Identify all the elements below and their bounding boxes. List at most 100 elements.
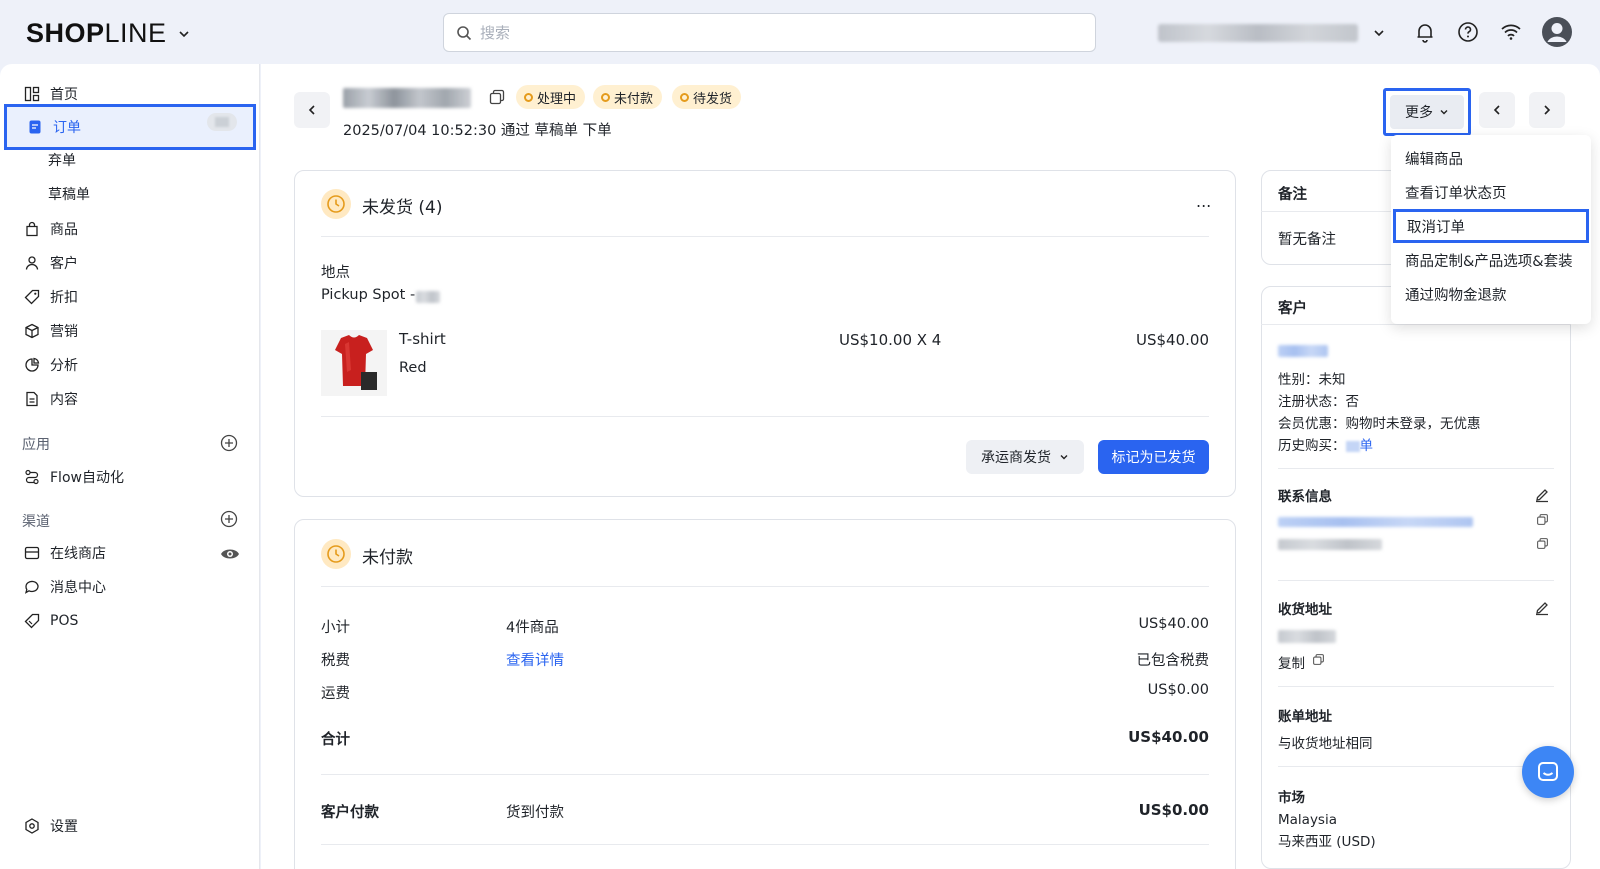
next-order-button[interactable] <box>1529 92 1565 128</box>
sidebar: 首页 订单 弃单 草稿单 商品 客户 折扣 营销 分析 内容 应用 Flow自动… <box>0 64 260 869</box>
menu-item-edit-products[interactable]: 编辑商品 <box>1391 141 1591 175</box>
customer-title: 客户 <box>1278 301 1307 317</box>
chevron-down-icon <box>1060 455 1068 460</box>
gear-icon <box>25 818 39 834</box>
market-country: Malaysia <box>1278 812 1337 828</box>
help-icon[interactable] <box>1456 20 1480 44</box>
sidebar-item-label: 折扣 <box>50 290 78 306</box>
chevron-down-icon[interactable] <box>1372 26 1386 40</box>
chevron-right-icon <box>1544 105 1551 115</box>
menu-item-refund-store-credit[interactable]: 通过购物金退款 <box>1391 277 1591 311</box>
menu-item-customization[interactable]: 商品定制&产品选项&套装 <box>1391 243 1591 277</box>
sidebar-item-flow[interactable]: Flow自动化 <box>0 461 260 493</box>
chevron-down-icon <box>178 30 189 37</box>
contact-phone <box>1278 539 1382 550</box>
avatar[interactable] <box>1541 16 1573 48</box>
sidebar-item-content[interactable]: 内容 <box>0 383 260 415</box>
location-redacted <box>416 291 440 303</box>
market-currency: 马来西亚 (USD) <box>1278 834 1376 850</box>
menu-item-view-status-page[interactable]: 查看订单状态页 <box>1391 175 1591 209</box>
product-name[interactable]: T-shirt <box>399 330 446 348</box>
mark-fulfilled-button[interactable]: 标记为已发货 <box>1098 440 1209 474</box>
user-icon <box>25 256 39 270</box>
order-created-info: 2025/07/04 10:52:30 通过 草稿单 下单 <box>343 123 612 139</box>
divider <box>321 416 1209 417</box>
sidebar-item-analytics[interactable]: 分析 <box>0 349 260 381</box>
status-badge-unpaid: 未付款 <box>593 85 663 109</box>
sidebar-item-drafts[interactable]: 草稿单 <box>0 178 260 210</box>
chat-icon <box>24 580 39 594</box>
chevron-down-icon <box>1440 110 1448 115</box>
customer-gender: 性别：未知 <box>1278 372 1346 388</box>
add-channel-icon[interactable] <box>220 510 238 528</box>
divider <box>321 236 1209 237</box>
chat-support-button[interactable] <box>1522 746 1574 798</box>
document-icon <box>26 391 38 407</box>
logo: SHOPLINE <box>26 18 167 48</box>
sidebar-item-label: 草稿单 <box>48 187 90 203</box>
notes-title: 备注 <box>1278 187 1307 203</box>
store-switcher[interactable]: SHOPLINE <box>26 18 191 49</box>
payment-method: 货到付款 <box>506 805 564 821</box>
sidebar-item-customers[interactable]: 客户 <box>0 247 260 279</box>
tax-label: 税费 <box>321 653 350 669</box>
order-number <box>343 88 471 108</box>
history-orders-link[interactable]: 单 <box>1360 438 1374 454</box>
sidebar-item-pos[interactable]: POS <box>0 605 260 637</box>
sidebar-item-label: 营销 <box>50 324 78 340</box>
sidebar-item-discounts[interactable]: 折扣 <box>0 281 260 313</box>
copy-icon[interactable] <box>1536 537 1549 550</box>
product-image[interactable] <box>321 330 387 396</box>
sidebar-item-products[interactable]: 商品 <box>0 213 260 245</box>
customer-name-link[interactable] <box>1278 345 1328 357</box>
sidebar-item-settings[interactable]: 设置 <box>0 810 260 842</box>
sidebar-item-label: 分析 <box>50 358 78 374</box>
channels-section-label: 渠道 <box>22 514 50 530</box>
fulfillment-title: 未发货 (4) <box>362 198 443 218</box>
shipping-address-title: 收货地址 <box>1278 602 1332 618</box>
payment-title: 未付款 <box>362 548 413 568</box>
flow-icon <box>25 469 39 485</box>
notes-empty: 暂无备注 <box>1278 232 1336 248</box>
sidebar-item-marketing[interactable]: 营销 <box>0 315 260 347</box>
copy-icon[interactable] <box>1312 653 1325 666</box>
carrier-ship-button[interactable]: 承运商发货 <box>966 440 1084 474</box>
previous-order-button[interactable] <box>1479 92 1515 128</box>
clock-icon <box>321 539 351 569</box>
top-bar: SHOPLINE <box>0 0 1600 64</box>
unit-price: US$10.00 X 4 <box>839 331 942 349</box>
contact-email[interactable] <box>1278 517 1473 527</box>
divider <box>1278 468 1554 469</box>
chevron-left-icon <box>308 105 315 115</box>
search-bar[interactable] <box>443 13 1096 52</box>
sidebar-item-abandoned[interactable]: 弃单 <box>0 144 260 176</box>
divider <box>321 844 1209 845</box>
tax-details-link[interactable]: 查看详情 <box>506 649 564 670</box>
sidebar-item-label: 首页 <box>50 87 78 103</box>
add-app-icon[interactable] <box>220 434 238 452</box>
menu-item-cancel-order[interactable]: 取消订单 <box>1393 209 1589 243</box>
edit-icon[interactable] <box>1534 487 1550 503</box>
chevron-left-icon <box>1493 105 1500 115</box>
edit-icon[interactable] <box>1534 600 1550 616</box>
store-name[interactable] <box>1158 24 1358 42</box>
bell-icon[interactable] <box>1413 20 1437 44</box>
copy-icon[interactable] <box>488 88 506 106</box>
back-button[interactable] <box>294 92 330 128</box>
shipping-value: US$0.00 <box>1147 682 1209 698</box>
sidebar-item-label: 消息中心 <box>50 580 106 596</box>
more-actions-button[interactable]: 更多 <box>1383 88 1471 136</box>
wifi-icon[interactable] <box>1499 20 1523 44</box>
status-badge-unfulfilled: 待发货 <box>672 85 742 109</box>
divider <box>1278 766 1554 767</box>
copy-icon[interactable] <box>1536 513 1549 526</box>
copy-address-link[interactable]: 复制 <box>1278 652 1305 672</box>
more-options-icon[interactable]: ... <box>1196 192 1211 211</box>
sidebar-item-message-center[interactable]: 消息中心 <box>0 571 260 603</box>
search-input[interactable] <box>480 23 1040 42</box>
eye-icon[interactable] <box>220 546 240 562</box>
sidebar-item-label: 商品 <box>50 222 78 238</box>
search-icon <box>457 25 472 40</box>
shipping-address-value <box>1278 630 1336 643</box>
order-icon <box>29 120 41 134</box>
